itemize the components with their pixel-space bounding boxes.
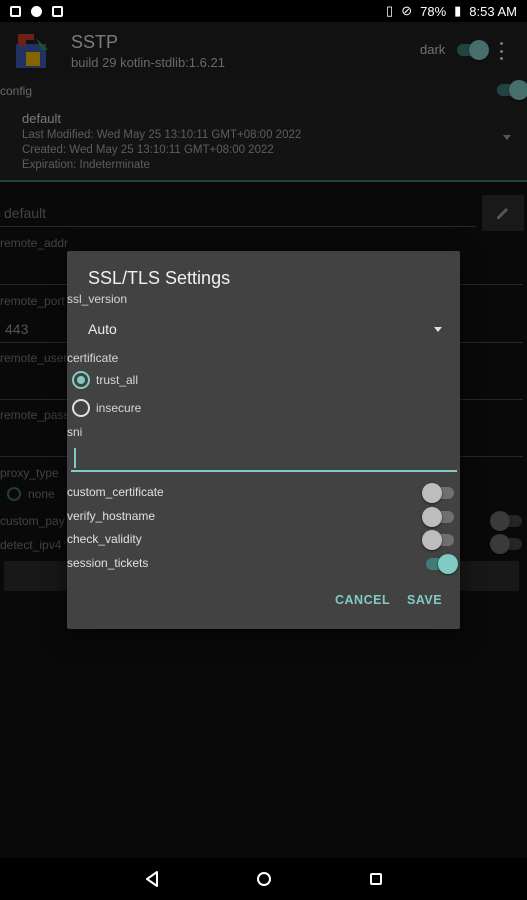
ssl-tls-dialog: SSL/TLS Settings ssl_version Auto certif… (67, 251, 460, 629)
sni-input[interactable] (71, 446, 457, 472)
ssl-version-value: Auto (88, 321, 117, 337)
verify-hostname-switch[interactable] (422, 507, 456, 527)
toggle-label: session_tickets (67, 556, 149, 570)
radio-label: insecure (96, 401, 142, 415)
battery-icon: ▮ (454, 3, 462, 18)
vibrate-icon: ▯ (386, 3, 394, 18)
recent-apps-icon[interactable] (370, 873, 382, 885)
sync-icon (31, 5, 42, 17)
toggle-label: custom_certificate (67, 485, 164, 499)
custom-certificate-switch[interactable] (422, 483, 456, 503)
save-button[interactable]: SAVE (407, 593, 442, 607)
status-bar: ▯ ⊘ 78% ▮ 8:53 AM (0, 0, 527, 22)
toggle-custom-certificate[interactable]: custom_certificate (67, 481, 460, 505)
radio-button[interactable] (72, 371, 90, 389)
radio-insecure[interactable]: insecure (72, 399, 141, 417)
toggle-label: verify_hostname (67, 509, 156, 523)
radio-trust-all[interactable]: trust_all (72, 371, 138, 389)
image-icon (52, 5, 63, 17)
navigation-bar (0, 858, 527, 900)
notification-icon (10, 5, 21, 17)
session-tickets-switch[interactable] (424, 554, 458, 574)
check-validity-switch[interactable] (422, 530, 456, 550)
ssl-version-label: ssl_version (67, 292, 128, 306)
toggle-verify-hostname[interactable]: verify_hostname (67, 505, 460, 529)
cancel-button[interactable]: CANCEL (335, 593, 390, 607)
certificate-label: certificate (67, 351, 119, 365)
back-icon[interactable] (145, 871, 159, 887)
radio-button[interactable] (72, 399, 90, 417)
toggle-session-tickets[interactable]: session_tickets (67, 552, 460, 576)
text-caret (74, 448, 76, 468)
no-sim-icon: ⊘ (401, 3, 413, 18)
home-icon[interactable] (257, 872, 271, 886)
chevron-down-icon (434, 327, 442, 332)
sni-label: sni (67, 425, 83, 439)
toggle-label: check_validity (67, 532, 142, 546)
toggle-check-validity[interactable]: check_validity (67, 528, 460, 552)
radio-label: trust_all (96, 373, 139, 387)
dialog-title: SSL/TLS Settings (88, 268, 231, 288)
clock: 8:53 AM (469, 3, 517, 19)
battery-text: 78% (420, 3, 447, 19)
